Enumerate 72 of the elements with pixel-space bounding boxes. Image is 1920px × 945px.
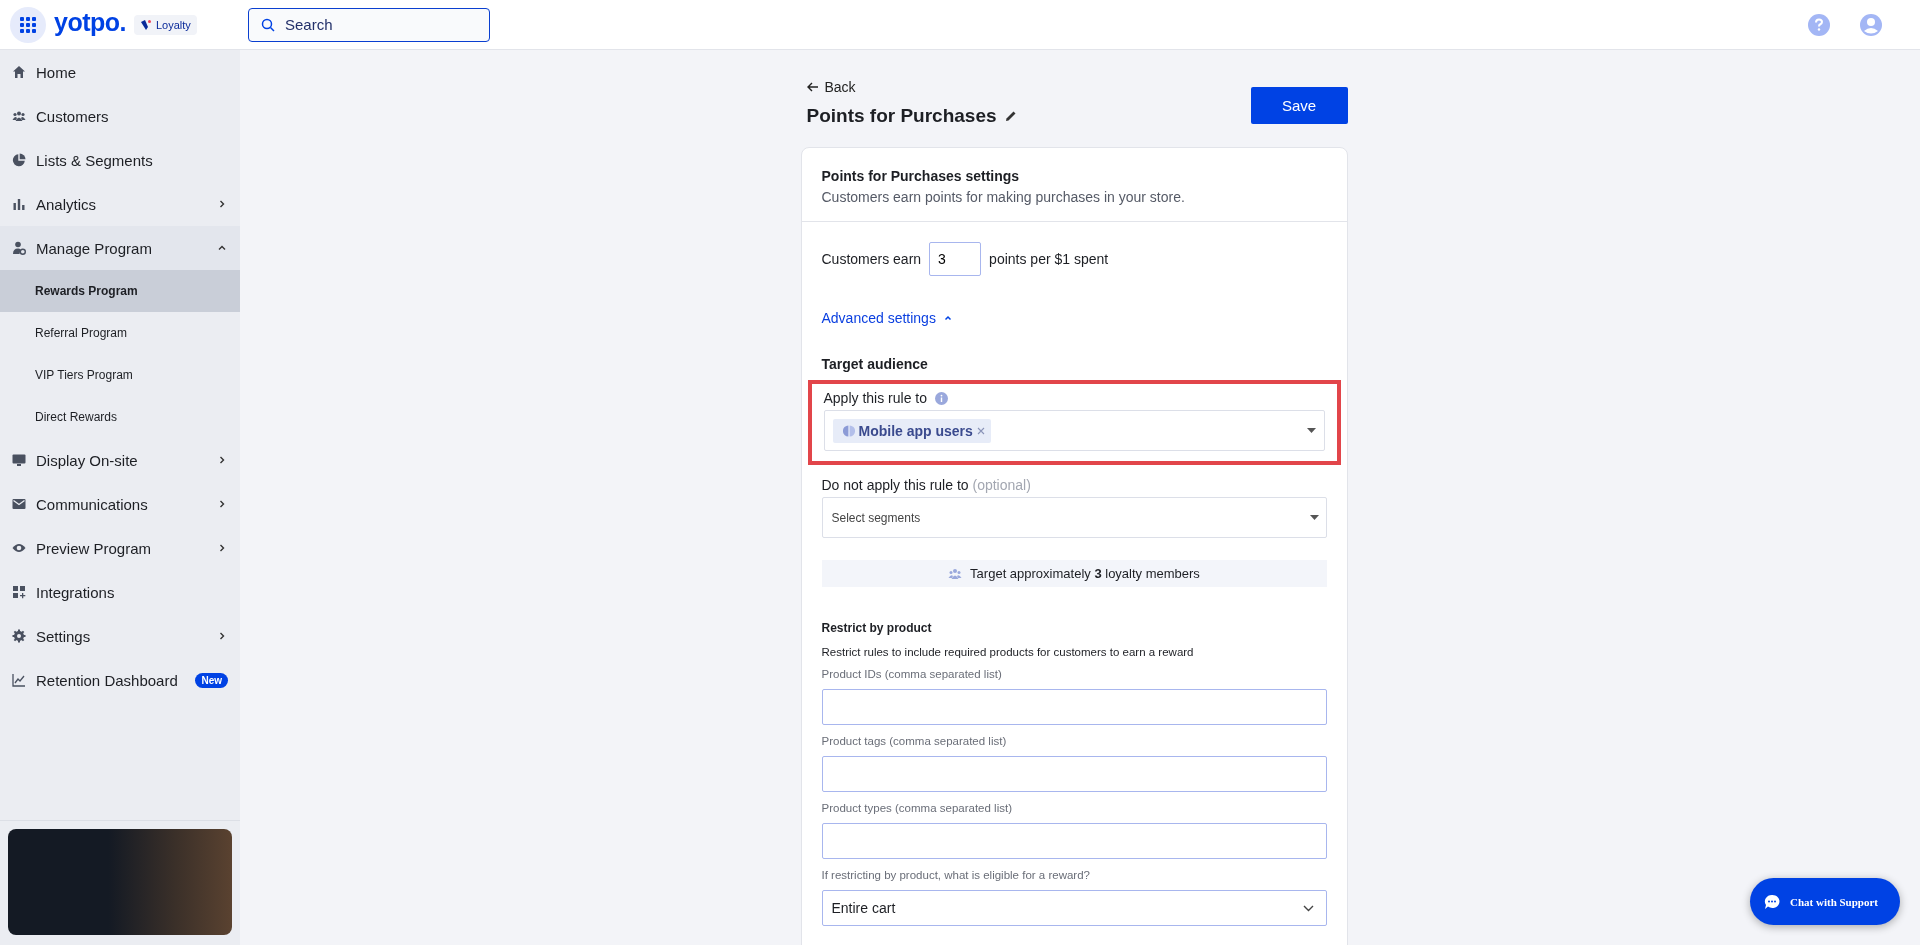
sidebar-item[interactable]: Customers: [0, 94, 240, 138]
chat-support-button[interactable]: Chat with Support: [1750, 878, 1900, 925]
points-input[interactable]: 3: [929, 242, 982, 276]
arrow-left-icon: [806, 82, 819, 92]
audience-estimate-bar: Target approximately 3 loyalty members: [821, 560, 1327, 587]
field-label: Do not apply this rule to (optional): [821, 477, 1031, 493]
field-label: Product IDs (comma separated list): [821, 668, 1003, 680]
field-label: Product types (comma separated list): [821, 802, 1013, 814]
section-heading: Restrict by product: [821, 621, 933, 635]
card-title: Points for Purchases settings: [821, 168, 1021, 184]
grid-plus-icon: [12, 585, 26, 599]
home-icon: [12, 65, 26, 79]
eligibility-dropdown[interactable]: Entire cart: [821, 890, 1327, 926]
pencil-icon[interactable]: [1004, 110, 1017, 122]
brand-logo: yotpo.: [54, 8, 126, 37]
section-heading: Target audience: [821, 356, 929, 372]
people-icon: [12, 109, 26, 123]
sidebar-subitem[interactable]: Rewards Program: [0, 270, 240, 312]
save-button[interactable]: Save: [1250, 87, 1348, 124]
text-input[interactable]: [821, 689, 1327, 725]
chevron-down-icon: [1302, 904, 1314, 912]
pie-chart-icon: [12, 153, 26, 167]
pie-chart-icon: [842, 424, 855, 437]
sidebar-item[interactable]: Settings: [0, 614, 240, 658]
sidebar-subitem[interactable]: Direct Rewards: [0, 396, 240, 438]
sidebar-item[interactable]: Integrations: [0, 570, 240, 614]
caret-icon: [1306, 428, 1316, 433]
line-chart-icon: [12, 673, 26, 687]
sidebar-item[interactable]: Home: [0, 50, 240, 94]
promo-banner-image[interactable]: [8, 829, 232, 935]
field-label: If restricting by product, what is eligible for a reward?: [821, 869, 1091, 881]
advanced-settings-link[interactable]: Advanced settings: [821, 310, 952, 326]
field-label: Product tags (comma separated list): [821, 735, 1008, 747]
eye-icon: [12, 541, 26, 555]
info-icon[interactable]: [935, 391, 948, 405]
segment-tag: Mobile app users: [832, 418, 991, 443]
sidebar-item[interactable]: Preview Program: [0, 526, 240, 570]
remove-icon[interactable]: [976, 426, 985, 435]
sidebar-item[interactable]: Communications: [0, 482, 240, 526]
back-link[interactable]: Back: [806, 79, 856, 95]
segment-select[interactable]: Select segments: [821, 497, 1327, 538]
bar-chart-icon: [12, 197, 26, 211]
gear-icon: [12, 629, 26, 643]
caret-icon: [1309, 515, 1319, 520]
sidebar-subitem[interactable]: Referral Program: [0, 312, 240, 354]
apps-menu-icon[interactable]: [10, 6, 46, 43]
earn-suffix: points per $1 spent: [989, 251, 1109, 267]
person-gear-icon: [12, 241, 26, 255]
sidebar-item[interactable]: Lists & Segments: [0, 138, 240, 182]
product-badge: Loyalty: [134, 14, 197, 35]
sidebar-subitem[interactable]: VIP Tiers Program: [0, 354, 240, 396]
earn-label: Customers earn: [821, 251, 922, 267]
caret-icon: [943, 315, 952, 321]
help-icon[interactable]: [1808, 13, 1830, 36]
new-badge: New: [195, 672, 228, 688]
user-avatar-icon[interactable]: [1860, 13, 1882, 36]
text-input[interactable]: [821, 823, 1327, 859]
page-title: Points for Purchases: [806, 105, 997, 127]
sidebar-item[interactable]: Display On-site: [0, 438, 240, 482]
section-description: Restrict rules to include required products for customers to earn a reward: [821, 646, 1195, 658]
search-icon: [261, 17, 275, 32]
field-label: Apply this rule to: [823, 390, 927, 406]
chat-bubble-icon: [1764, 893, 1780, 910]
envelope-icon: [12, 497, 26, 511]
card-subtitle: Customers earn points for making purchases in your store.: [821, 189, 1186, 205]
monitor-icon: [12, 453, 26, 467]
sidebar-item[interactable]: Manage Program: [0, 226, 240, 270]
sidebar-item[interactable]: Retention Dashboard New: [0, 658, 240, 702]
segment-select[interactable]: Mobile app users: [823, 410, 1325, 451]
sidebar-item[interactable]: Analytics: [0, 182, 240, 226]
search-field[interactable]: Search: [248, 7, 490, 42]
text-input[interactable]: [821, 756, 1327, 792]
